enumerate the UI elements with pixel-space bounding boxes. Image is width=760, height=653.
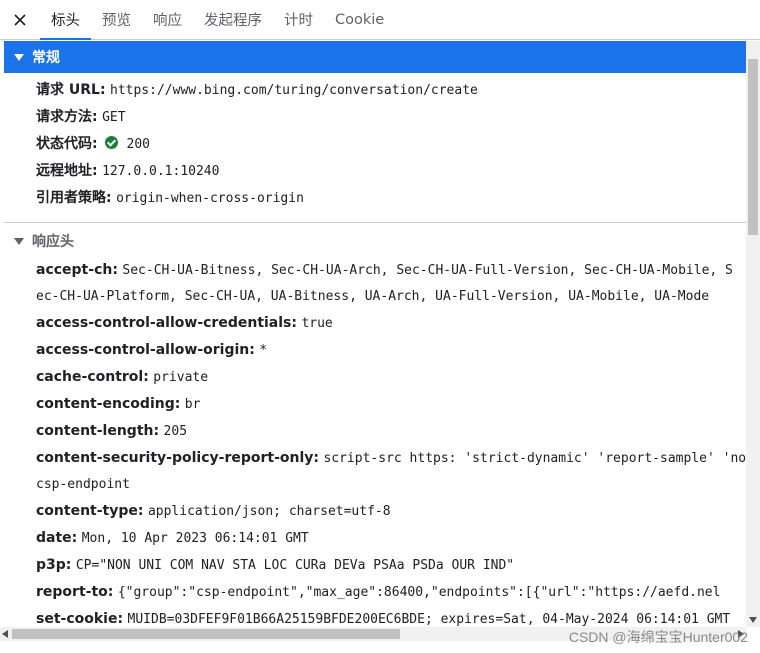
headers-panel: 常规 请求 URL: https://www.bing.com/turing/c…: [4, 41, 746, 627]
header-key: access-control-allow-origin:: [36, 342, 255, 358]
cache-control-row: cache-control: private: [4, 364, 746, 391]
csp-row: content-security-policy-report-only: scr…: [4, 445, 746, 472]
header-key: date:: [36, 530, 78, 546]
devtools-tab-bar: 标头 预览 响应 发起程序 计时 Cookie: [0, 0, 760, 40]
horizontal-scroll-thumb[interactable]: [12, 629, 400, 639]
acac-row: access-control-allow-credentials: true: [4, 310, 746, 337]
tab-timing[interactable]: 计时: [273, 0, 324, 39]
header-key: content-encoding:: [36, 396, 181, 412]
header-key: content-length:: [36, 423, 160, 439]
header-value: 200: [126, 137, 150, 152]
header-key: content-type:: [36, 503, 144, 519]
header-key: 请求方法:: [36, 109, 98, 125]
header-value: private: [153, 370, 209, 385]
response-headers-section-header[interactable]: 响应头: [4, 225, 746, 257]
watermark: CSDN @海绵宝宝Hunter002: [568, 629, 748, 645]
status-ok-icon: [105, 136, 119, 149]
header-value: Sec-CH-UA-Bitness, Sec-CH-UA-Arch, Sec-C…: [122, 263, 733, 278]
header-key: report-to:: [36, 584, 114, 600]
header-value-continuation: ec-CH-UA-Platform, Sec-CH-UA, UA-Bitness…: [36, 289, 710, 304]
accept-ch-row: accept-ch: Sec-CH-UA-Bitness, Sec-CH-UA-…: [4, 257, 746, 284]
request-url-row: 请求 URL: https://www.bing.com/turing/conv…: [4, 77, 746, 104]
header-value: 205: [163, 424, 188, 439]
header-value: https://www.bing.com/turing/conversation…: [110, 83, 478, 98]
header-value: CP="NON UNI COM NAV STA LOC CURa DEVa PS…: [75, 558, 515, 573]
referrer-policy-row: 引用者策略: origin-when-cross-origin: [4, 185, 746, 212]
header-value: *: [259, 343, 268, 358]
general-section: 请求 URL: https://www.bing.com/turing/conv…: [4, 73, 746, 218]
general-section-header[interactable]: 常规: [4, 41, 746, 73]
tab-response[interactable]: 响应: [142, 0, 193, 39]
general-section-title: 常规: [32, 50, 60, 66]
header-key: cache-control:: [36, 369, 149, 385]
section-divider: [4, 222, 746, 223]
set-cookie-row: set-cookie: MUIDB=03DFEF9F01B66A25159BFD…: [4, 606, 746, 627]
header-value: true: [301, 316, 333, 331]
p3p-row: p3p: CP="NON UNI COM NAV STA LOC CURa DE…: [4, 552, 746, 579]
scroll-down-arrow-icon[interactable]: [749, 617, 757, 623]
header-key: 引用者策略:: [36, 190, 112, 206]
header-value: {"group":"csp-endpoint","max_age":86400,…: [117, 585, 721, 600]
expand-triangle-icon: [14, 53, 24, 61]
close-panel-button[interactable]: [0, 0, 40, 39]
tab-cookies[interactable]: Cookie: [324, 0, 395, 39]
date-row: date: Mon, 10 Apr 2023 06:14:01 GMT: [4, 525, 746, 552]
header-key: accept-ch:: [36, 262, 118, 278]
vertical-scrollbar[interactable]: [746, 41, 760, 627]
scroll-left-arrow-icon[interactable]: [2, 630, 8, 638]
request-method-row: 请求方法: GET: [4, 104, 746, 131]
header-value: application/json; charset=utf-8: [147, 504, 391, 519]
close-icon: [14, 13, 26, 26]
remote-address-row: 远程地址: 127.0.0.1:10240: [4, 158, 746, 185]
header-value: br: [184, 397, 201, 412]
header-key: content-security-policy-report-only:: [36, 450, 319, 466]
expand-triangle-icon: [14, 237, 24, 245]
content-type-row: content-type: application/json; charset=…: [4, 498, 746, 525]
vertical-scroll-thumb[interactable]: [748, 59, 758, 235]
header-value: MUIDB=03DFEF9F01B66A25159BFDE200EC6BDE; …: [127, 612, 731, 627]
header-key: 状态代码:: [36, 136, 98, 152]
header-value: Mon, 10 Apr 2023 06:14:01 GMT: [81, 531, 309, 546]
header-value-continuation: csp-endpoint: [36, 477, 130, 492]
header-value: GET: [102, 110, 126, 125]
content-length-row: content-length: 205: [4, 418, 746, 445]
content-encoding-row: content-encoding: br: [4, 391, 746, 418]
response-headers-section: accept-ch: Sec-CH-UA-Bitness, Sec-CH-UA-…: [4, 257, 746, 627]
response-headers-title: 响应头: [32, 234, 74, 250]
acao-row: access-control-allow-origin: *: [4, 337, 746, 364]
status-code-row: 状态代码: 200: [4, 131, 746, 158]
tab-preview[interactable]: 预览: [91, 0, 142, 39]
header-key: access-control-allow-credentials:: [36, 315, 297, 331]
header-key: set-cookie:: [36, 611, 124, 627]
header-value: 127.0.0.1:10240: [102, 164, 220, 179]
report-to-row: report-to: {"group":"csp-endpoint","max_…: [4, 579, 746, 606]
header-value: origin-when-cross-origin: [116, 191, 304, 206]
header-key: 远程地址:: [36, 163, 98, 179]
tab-initiator[interactable]: 发起程序: [193, 0, 273, 39]
header-value: script-src https: 'strict-dynamic' 'repo…: [323, 451, 746, 466]
tab-headers[interactable]: 标头: [40, 0, 91, 40]
header-key: p3p:: [36, 557, 72, 573]
header-key: 请求 URL:: [36, 82, 106, 98]
